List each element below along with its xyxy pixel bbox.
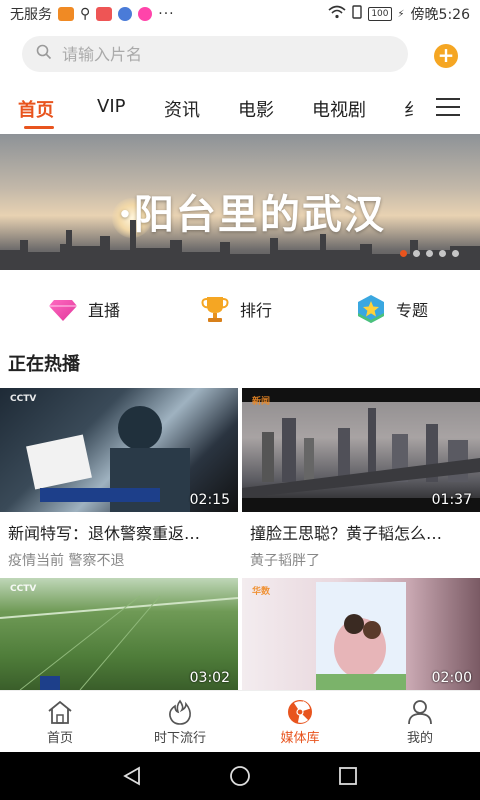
status-bar: 无服务 ⚲ ··· 100 ⚡ 傍晚5:26 bbox=[0, 0, 480, 28]
diamond-icon bbox=[49, 300, 77, 321]
video-card[interactable]: CCTV 02:15 新闻特写：退休警察重返… 疫情当前 警察不退 bbox=[0, 388, 238, 570]
video-subtitle: 黄子韬胖了 bbox=[250, 553, 320, 569]
carrier-text: 无服务 bbox=[10, 7, 52, 23]
nav-home[interactable]: 首页 bbox=[10, 699, 110, 746]
search-box[interactable] bbox=[22, 36, 408, 72]
sim-icon bbox=[352, 5, 363, 23]
app-icon-blue bbox=[118, 7, 133, 21]
carousel-dots bbox=[400, 250, 459, 257]
carousel-dot[interactable] bbox=[413, 250, 420, 257]
video-thumbnail[interactable]: 华数 02:00 bbox=[242, 578, 480, 690]
video-title[interactable]: 新闻特写：退休警察重返… bbox=[0, 520, 238, 544]
add-button[interactable]: + bbox=[434, 44, 458, 68]
tab-home[interactable]: 首页 bbox=[18, 96, 54, 122]
video-thumbnail[interactable]: 新闻 01:37 bbox=[242, 388, 480, 512]
bottom-nav: 首页 时下流行 媒体库 我的 bbox=[0, 690, 480, 752]
quick-link-label: 直播 bbox=[88, 301, 121, 320]
channel-logo: CCTV bbox=[10, 394, 37, 404]
nav-label: 首页 bbox=[46, 731, 73, 746]
notification-icon bbox=[96, 7, 113, 21]
nav-media-library[interactable]: 媒体库 bbox=[250, 699, 350, 746]
video-thumbnail[interactable]: CCTV 02:15 bbox=[0, 388, 238, 512]
recents-icon[interactable] bbox=[336, 764, 360, 788]
quick-links: 直播 排行 专题 bbox=[0, 288, 480, 334]
usb-icon: ⚲ bbox=[80, 6, 91, 22]
carousel-dot[interactable] bbox=[439, 250, 446, 257]
tab-vip[interactable]: VIP bbox=[97, 96, 125, 117]
system-nav-bar bbox=[0, 752, 480, 800]
quick-link-ranking[interactable]: 排行 bbox=[200, 294, 272, 324]
user-icon bbox=[408, 700, 432, 725]
carousel-dot[interactable] bbox=[452, 250, 459, 257]
video-duration: 02:00 bbox=[431, 670, 472, 686]
app-badge-icon bbox=[58, 7, 74, 21]
nav-label: 媒体库 bbox=[280, 731, 320, 746]
section-title: 正在热播 bbox=[8, 354, 80, 375]
flame-icon bbox=[169, 699, 191, 725]
tab-movies[interactable]: 电影 bbox=[238, 96, 274, 122]
charging-icon: ⚡ bbox=[397, 8, 405, 20]
battery-icon: 100 bbox=[368, 7, 392, 21]
video-title[interactable]: 撞脸王思聪？黄子韬怎么… bbox=[242, 520, 480, 544]
banner-carousel[interactable]: ·阳台里的武汉 bbox=[0, 134, 480, 270]
nav-label: 时下流行 bbox=[153, 731, 206, 746]
video-duration: 02:15 bbox=[189, 492, 230, 508]
channel-logo: 新闻 bbox=[252, 397, 271, 407]
carousel-dot[interactable] bbox=[400, 250, 407, 257]
tab-tv-series[interactable]: 电视剧 bbox=[312, 96, 366, 122]
status-left: 无服务 ⚲ ··· bbox=[10, 4, 175, 24]
carousel-dot[interactable] bbox=[426, 250, 433, 257]
quick-link-label: 专题 bbox=[396, 301, 429, 320]
search-row: + bbox=[0, 32, 480, 78]
app-icon-pink bbox=[138, 7, 153, 21]
video-duration: 03:02 bbox=[189, 670, 230, 686]
wifi-icon bbox=[328, 5, 346, 23]
nav-label: 我的 bbox=[406, 731, 433, 746]
search-input[interactable] bbox=[62, 44, 362, 64]
home-circle-icon[interactable] bbox=[228, 764, 252, 788]
city-skyline bbox=[0, 220, 480, 270]
quick-link-topics[interactable]: 专题 bbox=[356, 294, 428, 324]
video-duration: 01:37 bbox=[431, 492, 472, 508]
video-card[interactable]: 新闻 01:37 撞脸王思聪？黄子韬怎么… 黄子韬胖了 bbox=[242, 388, 480, 570]
radiation-icon bbox=[288, 700, 312, 724]
video-subtitle: 疫情当前 警察不退 bbox=[8, 553, 125, 569]
home-icon bbox=[48, 700, 72, 724]
nav-trending[interactable]: 时下流行 bbox=[130, 699, 230, 746]
trophy-icon bbox=[201, 297, 229, 322]
back-icon[interactable] bbox=[120, 764, 144, 788]
video-thumbnail[interactable]: CCTV 03:02 bbox=[0, 578, 238, 690]
status-time: 傍晚5:26 bbox=[410, 7, 470, 23]
more-dots: ··· bbox=[158, 6, 175, 22]
tab-cut-off[interactable]: 纟 bbox=[404, 96, 418, 122]
channel-logo: 华数 bbox=[252, 587, 271, 597]
quick-link-label: 排行 bbox=[240, 301, 273, 320]
active-tab-indicator bbox=[24, 126, 54, 129]
quick-link-live[interactable]: 直播 bbox=[48, 294, 120, 324]
status-right: 100 ⚡ 傍晚5:26 bbox=[328, 4, 470, 24]
channel-logo: CCTV bbox=[10, 584, 37, 594]
video-card[interactable]: CCTV 03:02 bbox=[0, 578, 238, 704]
search-icon bbox=[36, 44, 52, 64]
category-tabs: 首页 VIP 资讯 电影 电视剧 纟 bbox=[0, 86, 480, 130]
video-card[interactable]: 华数 02:00 bbox=[242, 578, 480, 704]
star-badge-icon bbox=[358, 295, 384, 323]
nav-profile[interactable]: 我的 bbox=[370, 699, 470, 746]
menu-icon[interactable] bbox=[436, 98, 460, 118]
tab-news[interactable]: 资讯 bbox=[164, 96, 200, 122]
